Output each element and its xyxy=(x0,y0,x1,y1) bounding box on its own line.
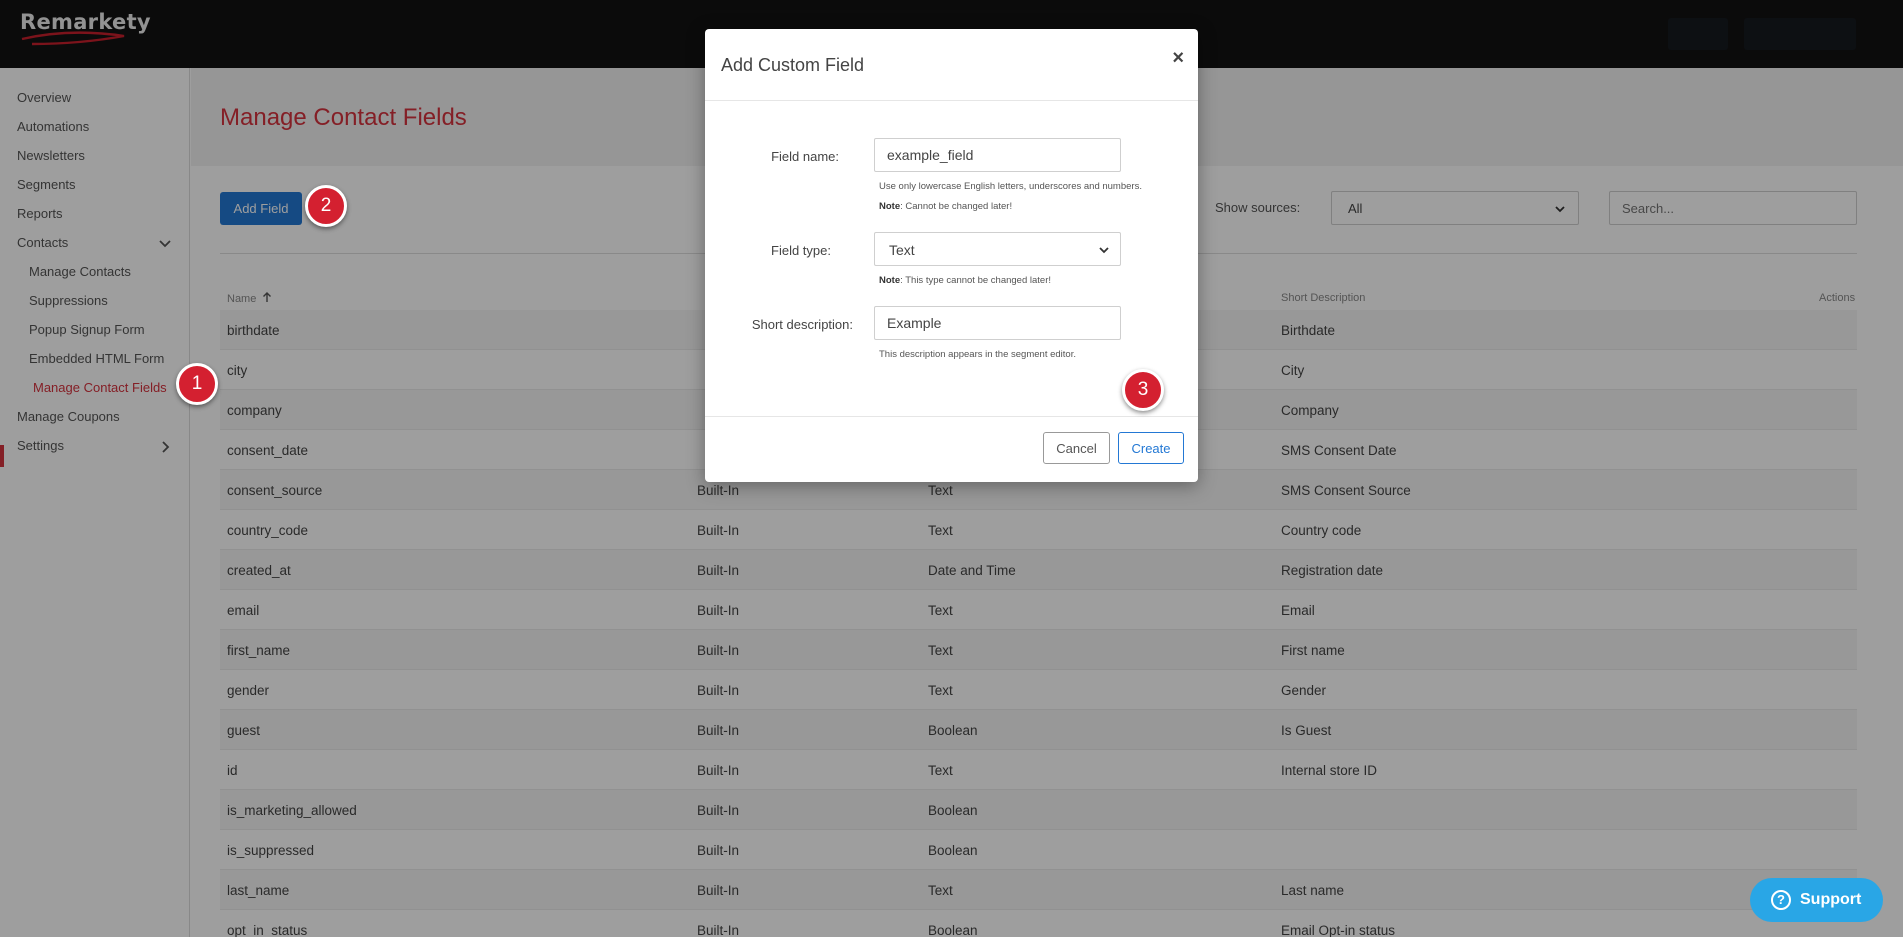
field-type-note: Note: This type cannot be changed later! xyxy=(879,275,1051,286)
create-button[interactable]: Create xyxy=(1118,432,1184,464)
modal-footer-divider xyxy=(705,416,1198,417)
field-type-select[interactable]: Text xyxy=(874,232,1121,266)
short-description-hint: This description appears in the segment … xyxy=(879,349,1076,360)
short-description-label: Short description: xyxy=(751,317,853,332)
add-custom-field-modal: Add Custom Field × Field name: Use only … xyxy=(705,29,1198,482)
cancel-button[interactable]: Cancel xyxy=(1043,432,1110,464)
field-name-label: Field name: xyxy=(771,149,839,164)
field-name-note: Note: Cannot be changed later! xyxy=(879,201,1013,212)
field-type-label: Field type: xyxy=(771,243,831,258)
modal-title: Add Custom Field xyxy=(721,55,865,75)
close-icon[interactable]: × xyxy=(1172,47,1184,70)
help-icon: ? xyxy=(1771,890,1791,910)
support-label: Support xyxy=(1800,891,1862,908)
short-description-input[interactable] xyxy=(874,306,1121,340)
modal-header: Add Custom Field × xyxy=(705,29,1198,101)
support-button[interactable]: ? Support xyxy=(1750,878,1883,922)
step-marker-3: 3 xyxy=(1122,369,1164,411)
field-name-input[interactable] xyxy=(874,138,1121,172)
chevron-down-icon xyxy=(1099,247,1109,254)
step-marker-1: 1 xyxy=(176,363,218,405)
field-name-hint: Use only lowercase English letters, unde… xyxy=(879,181,1142,192)
field-type-selected-value: Text xyxy=(889,242,915,258)
step-marker-2: 2 xyxy=(305,185,347,227)
